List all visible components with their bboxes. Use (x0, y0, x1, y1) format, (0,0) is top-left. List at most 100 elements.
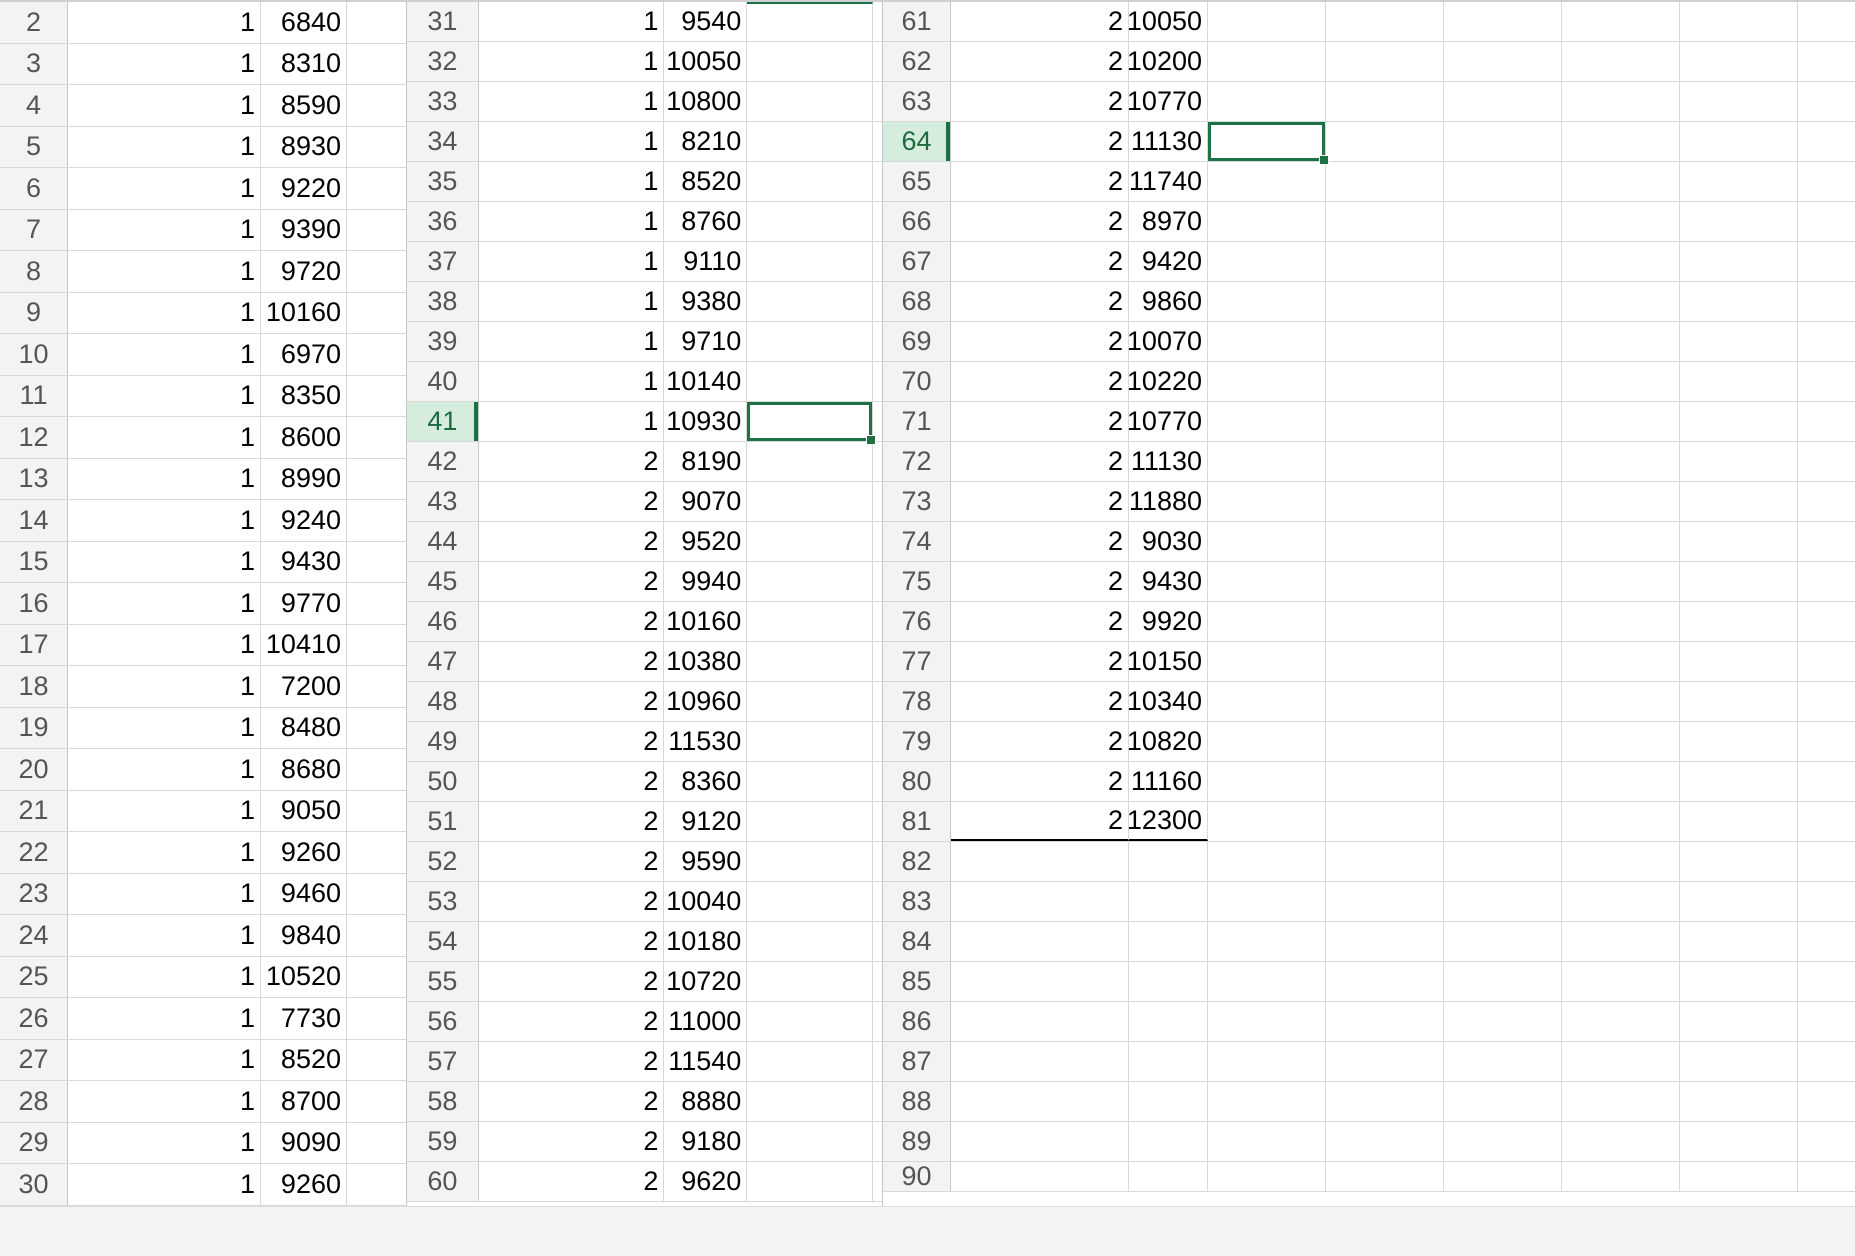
empty-cell[interactable] (1680, 762, 1798, 801)
cell-group[interactable]: 1 (68, 998, 261, 1039)
cell-value[interactable]: 8700 (261, 1081, 347, 1122)
empty-cell[interactable] (747, 122, 873, 161)
empty-cell[interactable] (1444, 642, 1562, 681)
cell-value[interactable]: 9070 (664, 482, 748, 521)
empty-cell[interactable] (1562, 962, 1680, 1001)
cell-group[interactable]: 2 (479, 1002, 665, 1041)
row-header[interactable]: 4 (0, 85, 68, 126)
cell-group[interactable] (951, 1082, 1129, 1121)
empty-cell[interactable] (747, 882, 873, 921)
cell-group[interactable]: 2 (479, 722, 665, 761)
empty-cell[interactable] (1562, 562, 1680, 601)
cell-group[interactable]: 1 (68, 2, 261, 43)
row-header[interactable]: 69 (883, 322, 951, 361)
empty-cell[interactable] (1680, 1002, 1798, 1041)
cell-group[interactable]: 2 (479, 1082, 665, 1121)
cell-group[interactable]: 1 (479, 2, 665, 41)
empty-cell[interactable] (747, 522, 873, 561)
cell-group[interactable]: 2 (951, 522, 1129, 561)
empty-cell[interactable] (1326, 282, 1444, 321)
row-header[interactable]: 35 (407, 162, 479, 201)
empty-cell[interactable] (1562, 1042, 1680, 1081)
cell-value[interactable]: 11540 (664, 1042, 748, 1081)
cell-value[interactable]: 9050 (261, 790, 347, 831)
cell-group[interactable] (951, 882, 1129, 921)
cell-value[interactable]: 8880 (664, 1082, 748, 1121)
empty-cell[interactable] (1680, 962, 1798, 1001)
empty-cell[interactable] (1444, 522, 1562, 561)
empty-cell[interactable] (1680, 522, 1798, 561)
cell-group[interactable]: 2 (479, 482, 665, 521)
empty-cell[interactable] (1680, 602, 1798, 641)
empty-cell[interactable] (1208, 722, 1326, 761)
cell-value[interactable] (1129, 1002, 1208, 1041)
cell-group[interactable]: 2 (479, 762, 665, 801)
empty-cell[interactable] (1798, 1162, 1855, 1191)
row-header[interactable]: 75 (883, 562, 951, 601)
empty-cell[interactable] (1326, 642, 1444, 681)
cell-group[interactable]: 2 (479, 1122, 665, 1161)
empty-cell[interactable] (1798, 162, 1855, 201)
cell-value[interactable]: 9840 (261, 915, 347, 956)
empty-cell[interactable] (1562, 882, 1680, 921)
empty-cell[interactable] (1798, 482, 1855, 521)
empty-cell[interactable] (347, 85, 406, 126)
row-header[interactable]: 20 (0, 749, 68, 790)
cell-value[interactable]: 11130 (1129, 122, 1208, 161)
empty-cell[interactable] (1208, 1002, 1326, 1041)
row-header[interactable]: 17 (0, 624, 68, 665)
empty-cell[interactable] (1444, 1002, 1562, 1041)
empty-cell[interactable] (347, 583, 406, 624)
cell-value[interactable]: 12300 (1127, 802, 1208, 841)
empty-cell[interactable] (347, 251, 406, 292)
cell-group[interactable]: 1 (68, 1164, 261, 1205)
empty-cell[interactable] (1798, 1002, 1855, 1041)
empty-cell[interactable] (1444, 1122, 1562, 1161)
empty-cell[interactable] (1798, 202, 1855, 241)
empty-cell[interactable] (347, 1040, 406, 1081)
cell-group[interactable]: 2 (479, 1162, 665, 1201)
row-header[interactable]: 48 (407, 682, 479, 721)
cell-group[interactable]: 2 (479, 442, 665, 481)
cell-value[interactable]: 9090 (261, 1122, 347, 1163)
empty-cell[interactable] (1798, 322, 1855, 361)
empty-cell[interactable] (1562, 1162, 1680, 1191)
cell-value[interactable] (1129, 842, 1208, 881)
empty-cell[interactable] (1444, 322, 1562, 361)
empty-cell[interactable] (1798, 242, 1855, 281)
row-header[interactable]: 70 (883, 362, 951, 401)
empty-cell[interactable] (347, 376, 406, 417)
row-header[interactable]: 64 (883, 122, 951, 161)
cell-value[interactable]: 8680 (261, 749, 347, 790)
empty-cell[interactable] (1208, 1082, 1326, 1121)
row-header[interactable]: 3 (0, 43, 68, 84)
empty-cell[interactable] (1326, 1162, 1444, 1191)
empty-cell[interactable] (1798, 122, 1855, 161)
cell-group[interactable]: 2 (479, 922, 665, 961)
empty-cell[interactable] (747, 922, 873, 961)
empty-cell[interactable] (747, 42, 873, 81)
row-header[interactable]: 87 (883, 1042, 951, 1081)
empty-cell[interactable] (1326, 162, 1444, 201)
empty-cell[interactable] (1562, 642, 1680, 681)
cell-value[interactable]: 10820 (1127, 722, 1208, 761)
row-header[interactable]: 19 (0, 707, 68, 748)
cell-group[interactable] (951, 842, 1129, 881)
empty-cell[interactable] (1798, 362, 1855, 401)
empty-cell[interactable] (1208, 642, 1326, 681)
row-header[interactable]: 86 (883, 1002, 951, 1041)
cell-group[interactable]: 1 (479, 82, 665, 121)
empty-cell[interactable] (1208, 522, 1326, 561)
row-header[interactable]: 8 (0, 251, 68, 292)
empty-cell[interactable] (1680, 1162, 1798, 1191)
empty-cell[interactable] (747, 202, 873, 241)
row-header[interactable]: 5 (0, 126, 68, 167)
row-header[interactable]: 7 (0, 209, 68, 250)
cell-value[interactable]: 10520 (261, 956, 347, 997)
cell-value[interactable]: 9770 (261, 583, 347, 624)
cell-value[interactable]: 10340 (1127, 682, 1208, 721)
row-header[interactable]: 37 (407, 242, 479, 281)
empty-cell[interactable] (747, 602, 873, 641)
cell-value[interactable] (1129, 882, 1208, 921)
cell-group[interactable]: 2 (951, 482, 1129, 521)
